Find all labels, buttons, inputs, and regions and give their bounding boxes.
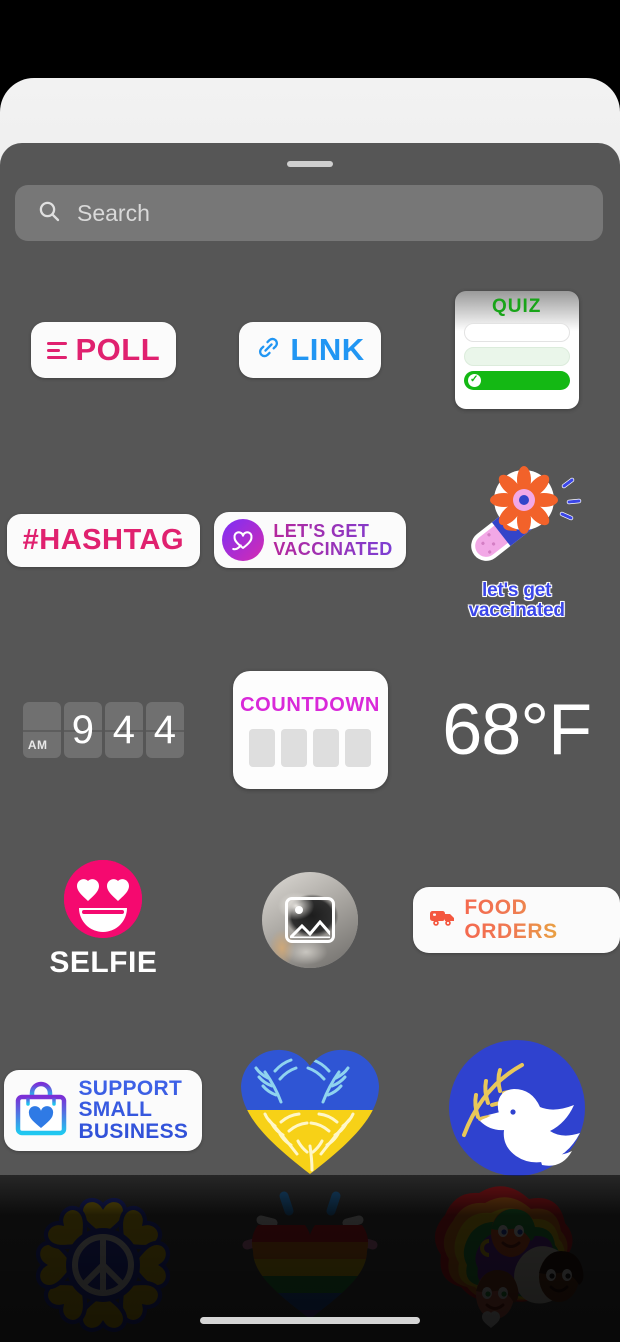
sticker-grid: POLL LINK QUIZ ✓ #HASHTAG LET'S GET VACC… <box>0 255 620 1205</box>
countdown-label: COUNTDOWN <box>240 693 380 716</box>
check-icon: ✓ <box>467 373 481 387</box>
quiz-option-row[interactable] <box>463 346 570 366</box>
quiz-sticker[interactable]: QUIZ ✓ <box>454 291 579 409</box>
sticker-cell-food-orders[interactable]: FOOD ORDERS <box>413 825 620 1015</box>
sticker-cell-countdown[interactable]: COUNTDOWN <box>207 635 414 825</box>
time-digit-tile: 4 <box>145 702 184 758</box>
support-small-business-sticker[interactable]: SUPPORT SMALL BUSINESS <box>4 1069 203 1151</box>
photo-picker-icon <box>285 897 335 943</box>
countdown-sticker[interactable]: COUNTDOWN <box>232 671 388 789</box>
sticker-cell-pride-characters[interactable] <box>413 1175 620 1342</box>
sticker-cell-hashtag[interactable]: #HASHTAG <box>0 445 207 635</box>
sticker-cell-temperature[interactable]: 68°F <box>413 635 620 825</box>
pride-characters-icon <box>434 1186 584 1328</box>
sticker-cell-time[interactable]: AM 9 4 4 <box>0 635 207 825</box>
sticker-cell-vaccinated-pill[interactable]: LET'S GET VACCINATED <box>207 445 414 635</box>
home-indicator[interactable] <box>200 1317 420 1324</box>
vaccinated-illustration-sticker[interactable]: let's get vaccinated <box>448 460 586 621</box>
peace-flower-sticker[interactable] <box>23 1185 183 1342</box>
bandage-flower-icon <box>448 460 586 583</box>
sticker-cell-link[interactable]: LINK <box>207 255 414 445</box>
rainbow-pride-heart-icon <box>242 1191 378 1319</box>
selfie-sticker[interactable]: SELFIE <box>49 860 157 980</box>
time-sticker[interactable]: AM 9 4 4 <box>22 702 184 758</box>
sticker-tray-sheet: POLL LINK <box>0 143 620 1342</box>
food-orders-label: FOOD ORDERS <box>464 896 603 944</box>
heart-ribbon-icon <box>222 519 265 561</box>
pride-heart-sticker[interactable] <box>225 1185 395 1330</box>
sticker-row: #HASHTAG LET'S GET VACCINATED let's get … <box>0 445 620 635</box>
selfie-label: SELFIE <box>49 946 158 979</box>
poll-sticker[interactable]: POLL <box>30 322 177 378</box>
hashtag-sticker[interactable]: #HASHTAG <box>6 513 201 567</box>
heart-eyes-smiley-icon <box>64 860 143 938</box>
sticker-row: POLL LINK QUIZ ✓ <box>0 255 620 445</box>
sticker-cell-selfie[interactable]: SELFIE <box>0 825 207 1015</box>
quiz-option-row[interactable] <box>463 322 570 342</box>
quiz-label: QUIZ <box>491 296 542 317</box>
sticker-cell-quiz[interactable]: QUIZ ✓ <box>413 255 620 445</box>
poll-label: POLL <box>75 332 161 367</box>
pride-characters-sticker[interactable] <box>427 1185 607 1340</box>
delivery-truck-icon <box>430 908 464 932</box>
link-chain-icon <box>255 334 290 366</box>
vaccinated-illustration-label: let's get vaccinated <box>468 579 565 621</box>
vaccinated-pill-sticker[interactable]: LET'S GET VACCINATED <box>214 512 406 568</box>
time-digit-tile: 9 <box>63 702 102 758</box>
sticker-cell-photo[interactable] <box>207 825 414 1015</box>
quiz-correct-row[interactable]: ✓ <box>463 370 570 390</box>
shopping-bag-heart-icon <box>13 1078 78 1143</box>
drag-handle[interactable] <box>287 161 333 167</box>
hashtag-label: #HASHTAG <box>22 523 185 556</box>
countdown-tiles <box>249 728 371 767</box>
temperature-sticker[interactable]: 68°F <box>442 689 592 771</box>
sticker-row: SELFIE FOOD ORDERS <box>0 825 620 1015</box>
ukraine-flag-heart-sticker[interactable] <box>235 1038 385 1183</box>
phone-screen: POLL LINK <box>0 0 620 1342</box>
sticker-cell-vaccinated-illustration[interactable]: let's get vaccinated <box>413 445 620 635</box>
sticker-cell-poll[interactable]: POLL <box>0 255 207 445</box>
poll-bars-icon <box>46 341 67 359</box>
photo-sticker[interactable] <box>262 872 358 968</box>
search-bar[interactable] <box>15 185 603 241</box>
vaccinated-pill-label: LET'S GET VACCINATED <box>273 520 393 559</box>
sticker-row: AM 9 4 4 COUNTDOWN 68°F <box>0 635 620 825</box>
support-small-business-label: SUPPORT SMALL BUSINESS <box>78 1076 189 1143</box>
link-sticker[interactable]: LINK <box>239 322 381 378</box>
time-digit-tile: 4 <box>104 702 143 758</box>
sticker-cell-peace-flower[interactable] <box>0 1175 207 1342</box>
search-icon <box>37 199 61 228</box>
link-label: LINK <box>290 332 365 367</box>
peace-sign-flower-icon <box>36 1197 171 1333</box>
search-input[interactable] <box>77 199 581 227</box>
food-orders-sticker[interactable]: FOOD ORDERS <box>413 887 620 953</box>
time-meridiem-tile: AM <box>22 702 61 758</box>
peace-dove-icon <box>448 1039 585 1176</box>
ukraine-flag-heart-icon <box>241 1049 379 1174</box>
peace-dove-sticker[interactable] <box>442 1033 592 1188</box>
